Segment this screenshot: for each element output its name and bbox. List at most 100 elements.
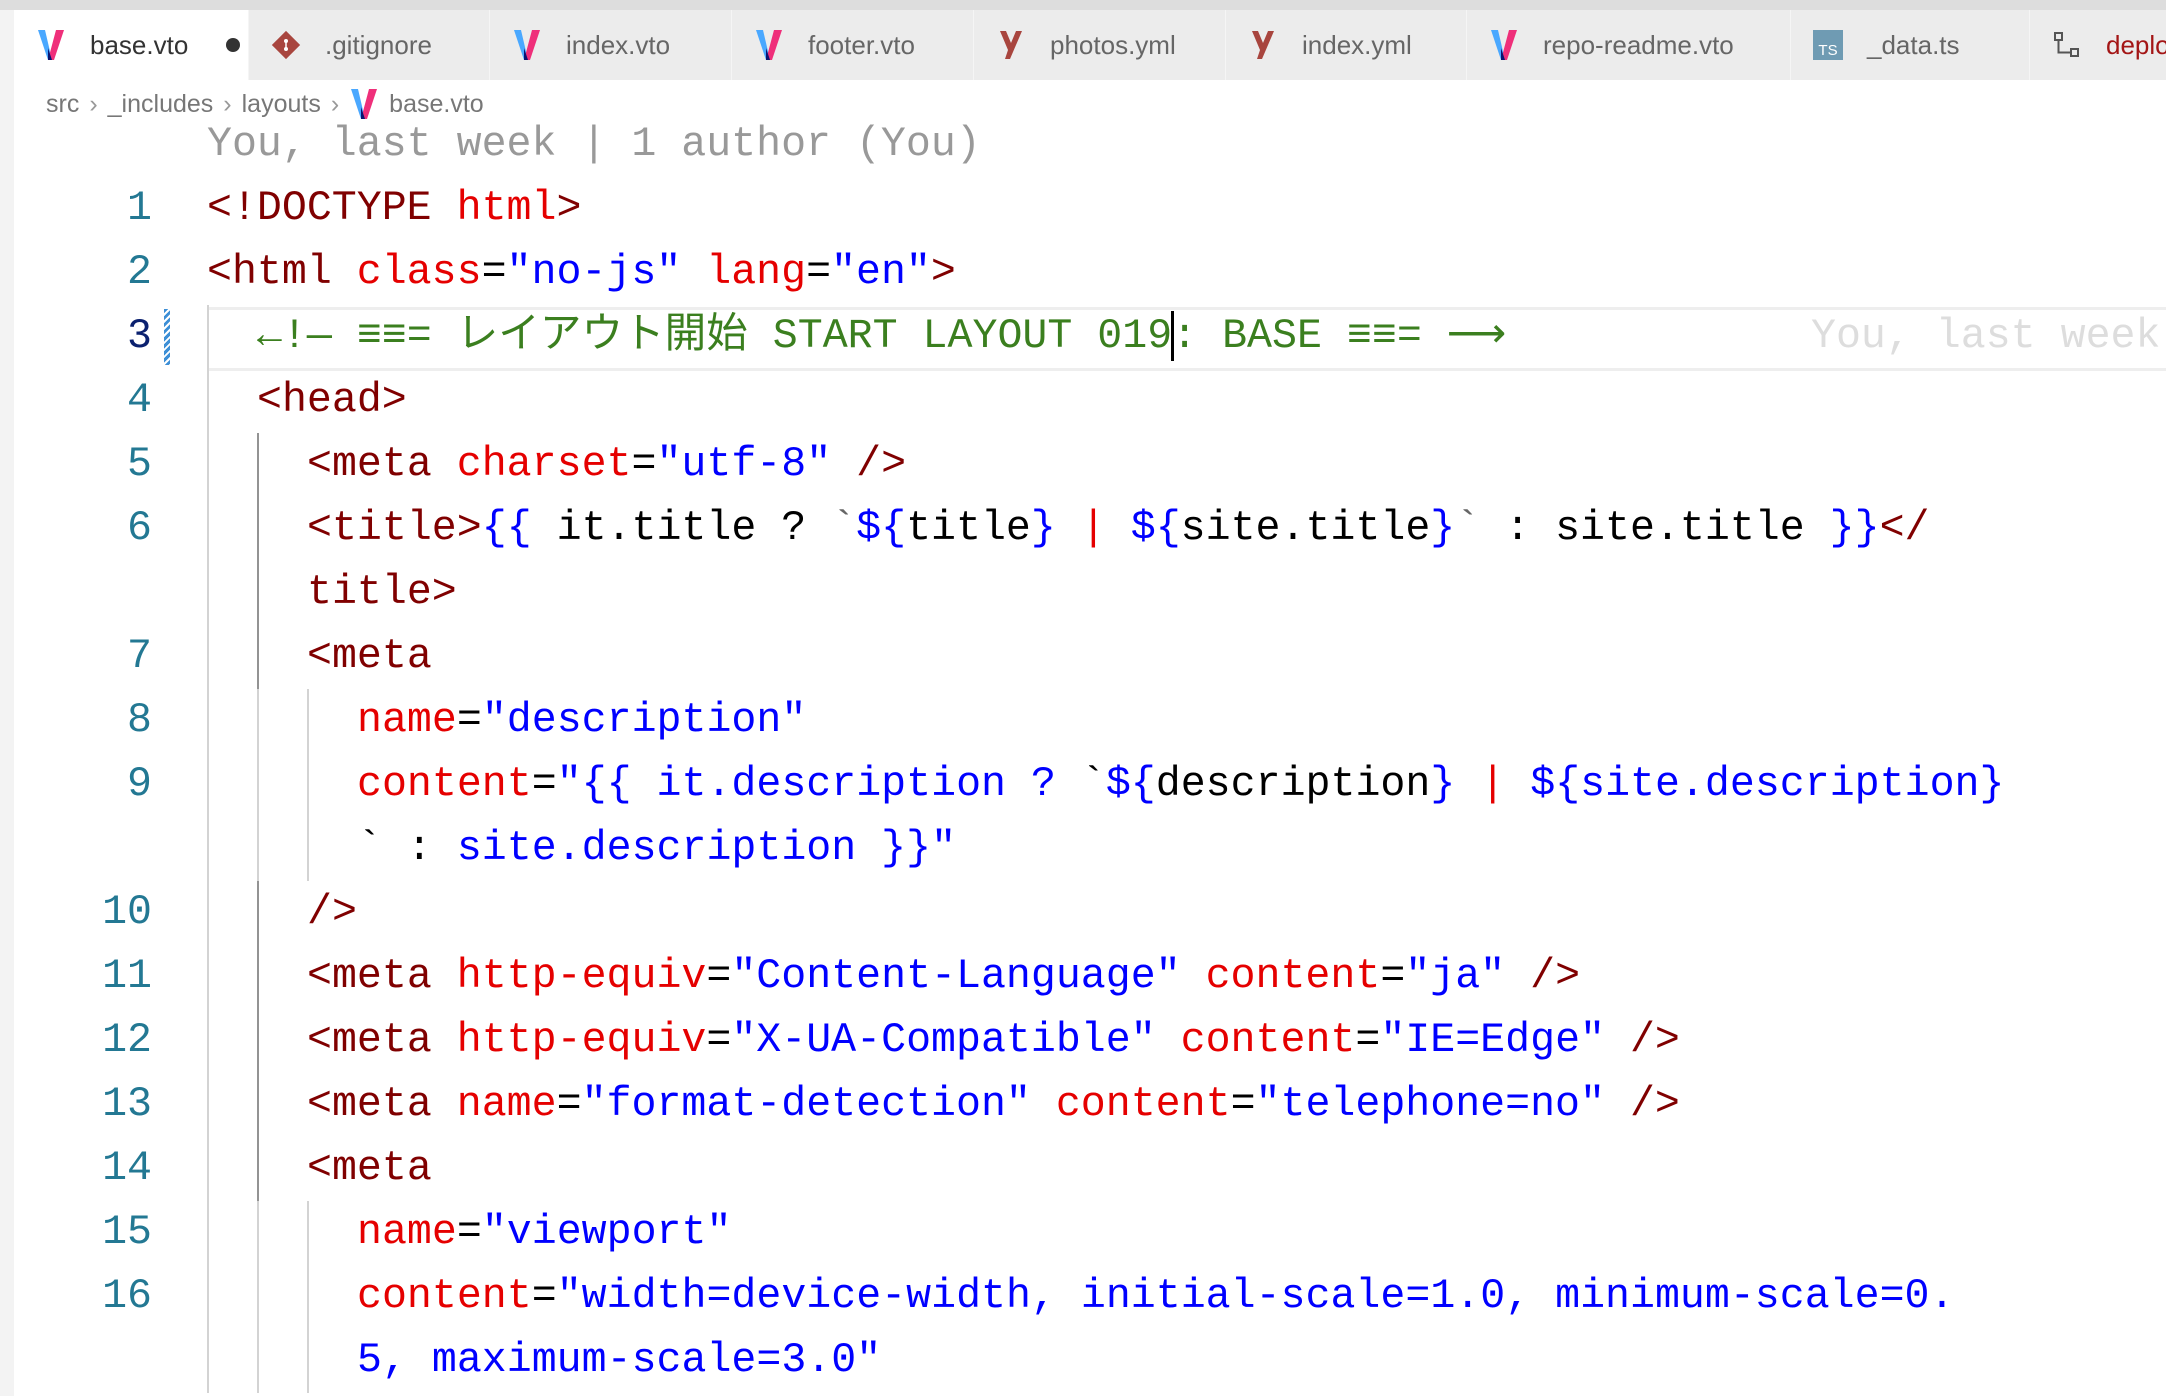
code-line[interactable]: 5, maximum-scale=3.0" [0, 1329, 2166, 1393]
indent-guide [257, 1009, 259, 1073]
indent-guide [207, 305, 209, 369]
token: = [706, 953, 732, 1000]
token: name [456, 1081, 557, 1128]
token: | [1055, 505, 1131, 552]
token: /> [1530, 953, 1581, 1000]
token: ${ [856, 505, 907, 552]
token: it.title ? [531, 505, 832, 552]
token: <head> [257, 377, 407, 424]
tab-index-yml[interactable]: index.yml [1226, 10, 1467, 80]
code-text: <meta charset="utf-8" /> [307, 433, 906, 497]
token: = [456, 697, 482, 744]
code-line[interactable]: 15 name="viewport" [0, 1201, 2166, 1265]
code-line[interactable]: 13 <meta name="format-detection" content=… [0, 1073, 2166, 1137]
code-text: 5, maximum-scale=3.0" [357, 1329, 881, 1393]
code-line[interactable]: 7 <meta [0, 625, 2166, 689]
token: {{ [481, 505, 532, 552]
indent-guide [207, 1265, 209, 1329]
code-line[interactable]: 2 <html class="no-js" lang="en"> [0, 241, 2166, 305]
line-number: 9 [127, 761, 152, 808]
code-line[interactable]: 11 <meta http-equiv="Content-Language" co… [0, 945, 2166, 1009]
token: = [481, 249, 507, 296]
code-text: name="viewport" [357, 1201, 731, 1265]
token: /> [307, 889, 357, 936]
indent-guide [207, 433, 209, 497]
code-line[interactable]: 12 <meta http-equiv="X-UA-Compatible" con… [0, 1009, 2166, 1073]
code-text: <meta [307, 625, 432, 689]
tab-footer-vto[interactable]: footer.vto [732, 10, 974, 80]
indent-guide [257, 1073, 259, 1137]
code-text: <!DOCTYPE html> [207, 177, 581, 241]
tab-repo-readme-vto[interactable]: repo-readme.vto [1467, 10, 1791, 80]
token: ${ [1105, 761, 1156, 808]
line-number: 13 [102, 1081, 152, 1128]
token: html [456, 185, 557, 232]
token: "Content-Language" [731, 953, 1206, 1000]
line-number: 8 [127, 697, 152, 744]
code-text: <title>{{ it.title ? `${title} | ${site.… [307, 497, 1930, 561]
blame-header[interactable]: You, last week | 1 author (You) [207, 113, 981, 177]
line-number: 16 [102, 1273, 152, 1320]
token: <html [207, 249, 357, 296]
token: ${ [1130, 505, 1181, 552]
code-text: <meta [307, 1137, 432, 1201]
indent-guide [257, 753, 259, 817]
typescript-icon: TS [1811, 28, 1845, 62]
tab-index-vto[interactable]: index.vto [490, 10, 732, 80]
code-line[interactable]: 14 <meta [0, 1137, 2166, 1201]
code-line[interactable]: 5 <meta charset="utf-8" /> [0, 433, 2166, 497]
token: <!DOCTYPE [207, 185, 457, 232]
tab-base-vto[interactable]: base.vto [14, 10, 249, 80]
tab-gitignore[interactable]: .gitignore [249, 10, 490, 80]
token: charset [456, 441, 632, 488]
tab-label: footer.vto [808, 29, 915, 60]
code-line[interactable]: title> [0, 561, 2166, 625]
tab-label: index.vto [566, 29, 671, 60]
token: ` : [357, 825, 457, 872]
token: : BASE ≡≡= ⟶ [1172, 313, 1507, 360]
code-line[interactable]: 1 <!DOCTYPE html> [0, 177, 2166, 241]
token: http-equiv [456, 953, 707, 1000]
code-line[interactable]: 4 <head> [0, 369, 2166, 433]
code-text: name="description" [357, 689, 806, 753]
tab-label: deplo [2106, 29, 2166, 60]
token: title> [307, 569, 457, 616]
git-modified-marker[interactable] [164, 309, 170, 365]
token: <meta [307, 1145, 432, 1192]
editor-tab-bar: base.vto .gitignore index.vto footer.vto pho… [0, 10, 2166, 80]
token: "width=device-width, initial-scale=1.0, … [556, 1273, 1955, 1320]
token: site.description }}" [456, 825, 957, 872]
token: "ja" [1405, 953, 1531, 1000]
inline-blame[interactable]: You, last week [1811, 305, 2160, 369]
indent-guide [207, 1137, 209, 1201]
tab-label: index.yml [1302, 29, 1412, 60]
line-number: 1 [127, 185, 152, 232]
indent-guide [207, 1073, 209, 1137]
token: > [556, 185, 582, 232]
tab-photos-yml[interactable]: photos.yml [974, 10, 1226, 80]
code-line[interactable]: 16 content="width=device-width, initial-s… [0, 1265, 2166, 1329]
tab-deplo[interactable]: deplo [2030, 10, 2166, 80]
token: "IE=Edge" [1380, 1017, 1630, 1064]
code-line[interactable]: 8 name="description" [0, 689, 2166, 753]
line-number: 2 [127, 249, 152, 296]
indent-guide [257, 881, 259, 945]
code-line[interactable]: 6 <title>{{ it.title ? `${title} | ${site… [0, 497, 2166, 561]
token: ←!— ≡≡= レイアウト開始 START LAYOUT 019 [257, 313, 1173, 360]
tab-data-ts[interactable]: TS _data.ts [1791, 10, 2030, 80]
indent-guide [307, 817, 309, 881]
code-line[interactable]: 10 /> [0, 881, 2166, 945]
code-line[interactable]: 3 ←!— ≡≡= レイアウト開始 START LAYOUT 019: BASE … [0, 305, 2166, 371]
code-line[interactable]: 9 content="{{ it.description ? `${descrip… [0, 753, 2166, 817]
token: = [1230, 1081, 1256, 1128]
code-text: content="{{ it.description ? `${descript… [357, 753, 2004, 817]
indent-guide [207, 369, 209, 433]
code-line[interactable]: ` : site.description }}" [0, 817, 2166, 881]
unsaved-dot-icon[interactable] [226, 38, 241, 52]
token: name [357, 1209, 457, 1256]
token: = [531, 761, 557, 808]
indent-guide [207, 689, 209, 753]
token: <meta [307, 1081, 457, 1128]
code-editor[interactable]: You, last week | 1 author (You) 1 <!DOCTY… [0, 113, 2166, 1393]
workflow-icon [2050, 28, 2084, 62]
